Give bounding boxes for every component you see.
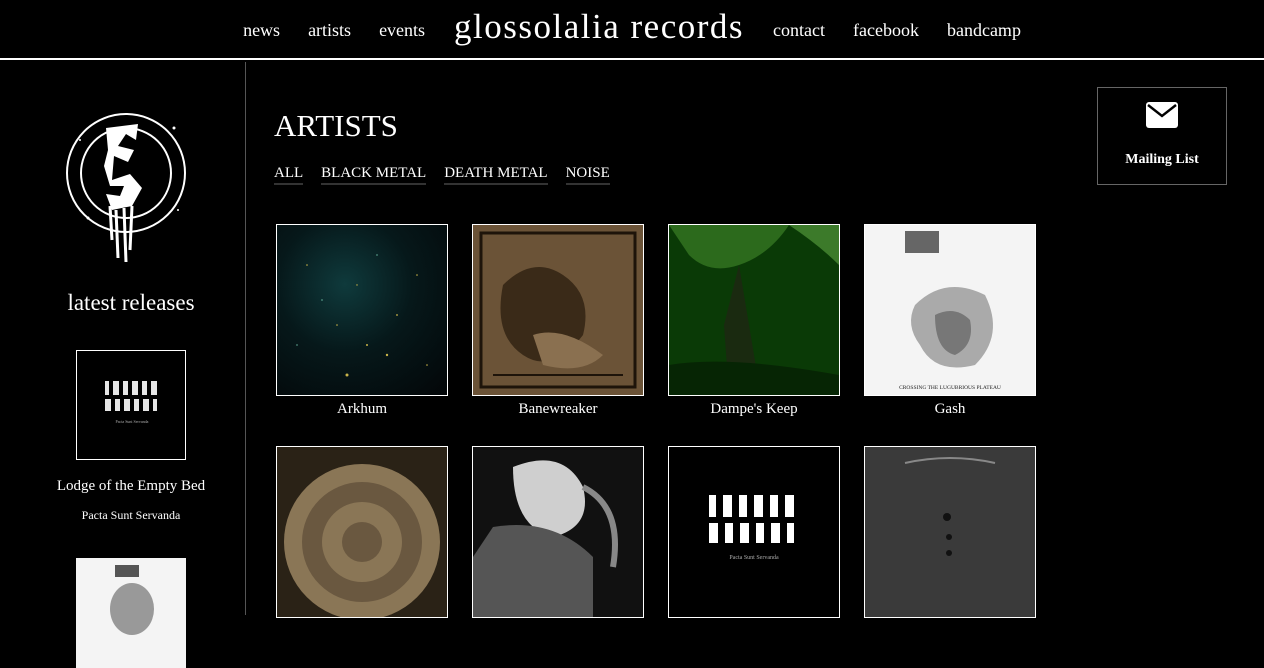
- nav-artists-link[interactable]: artists: [308, 20, 351, 41]
- artist-card-row2-2[interactable]: [472, 446, 644, 623]
- top-navigation: news artists events glossolalia records …: [0, 0, 1264, 60]
- left-sidebar: latest releases Pacta Sunt Servanda Lodg…: [0, 62, 246, 668]
- filter-all[interactable]: ALL: [274, 165, 304, 185]
- nav-facebook-link[interactable]: facebook: [853, 20, 919, 41]
- nav-news-link[interactable]: news: [243, 20, 280, 41]
- gash-cover-subtitle: CROSSING THE LUGUBRIOUS PLATEAU: [899, 385, 1001, 391]
- latest-releases-heading: latest releases: [67, 290, 195, 315]
- genre-filters: ALL BLACK METAL DEATH METAL NOISE: [274, 165, 628, 185]
- nav-events-link[interactable]: events: [379, 20, 425, 41]
- artist-cover-grey[interactable]: [864, 446, 1036, 618]
- artist-card-row2-1[interactable]: [276, 446, 448, 623]
- site-brand-link[interactable]: glossolalia records: [454, 7, 744, 47]
- release-artist-name[interactable]: Lodge of the Empty Bed: [0, 478, 262, 495]
- artist-cover-banewreaker[interactable]: [472, 224, 644, 396]
- artist-name[interactable]: Arkhum: [276, 401, 448, 418]
- artist-card-banewreaker[interactable]: Banewreaker: [472, 224, 644, 418]
- artist-cover-lodge[interactable]: Pacta Sunt Servanda: [668, 446, 840, 618]
- envelope-icon: [1146, 102, 1178, 133]
- filter-noise[interactable]: NOISE: [565, 165, 610, 185]
- release-album-name[interactable]: Pacta Sunt Servanda: [0, 508, 262, 523]
- artist-card-gash[interactable]: CROSSING THE LUGUBRIOUS PLATEAU Gash: [864, 224, 1036, 418]
- artist-cover-portrait[interactable]: [472, 446, 644, 618]
- lodge-cover-subtitle: Pacta Sunt Servanda: [729, 555, 779, 561]
- artist-cover-gash[interactable]: CROSSING THE LUGUBRIOUS PLATEAU: [864, 224, 1036, 396]
- nav-contact-link[interactable]: contact: [773, 20, 825, 41]
- nav-bandcamp-link[interactable]: bandcamp: [947, 20, 1021, 41]
- filter-black-metal[interactable]: BLACK METAL: [321, 165, 427, 185]
- artist-card-arkhum[interactable]: Arkhum: [276, 224, 448, 418]
- artist-cover-dampes-keep[interactable]: [668, 224, 840, 396]
- artist-name[interactable]: Gash: [864, 401, 1036, 418]
- release-cover-gash[interactable]: [76, 558, 186, 668]
- lodge-cover-subtitle: Pacta Sunt Servanda: [116, 419, 149, 424]
- artist-cover-arkhum[interactable]: [276, 224, 448, 396]
- artist-name[interactable]: Dampe's Keep: [668, 401, 840, 418]
- release-cover-lodge[interactable]: Pacta Sunt Servanda: [76, 350, 186, 460]
- mailing-list-widget[interactable]: Mailing List: [1097, 87, 1227, 185]
- artist-cover-rings[interactable]: [276, 446, 448, 618]
- filter-death-metal[interactable]: DEATH METAL: [444, 165, 548, 185]
- artist-card-row2-4[interactable]: [864, 446, 1036, 623]
- page-title: ARTISTS: [274, 108, 398, 143]
- mailing-list-label[interactable]: Mailing List: [1098, 152, 1226, 168]
- glossolalia-logo-icon[interactable]: [66, 110, 196, 270]
- artist-card-row2-3[interactable]: Pacta Sunt Servanda: [668, 446, 840, 623]
- artist-name[interactable]: Banewreaker: [472, 401, 644, 418]
- artist-card-dampes-keep[interactable]: Dampe's Keep: [668, 224, 840, 418]
